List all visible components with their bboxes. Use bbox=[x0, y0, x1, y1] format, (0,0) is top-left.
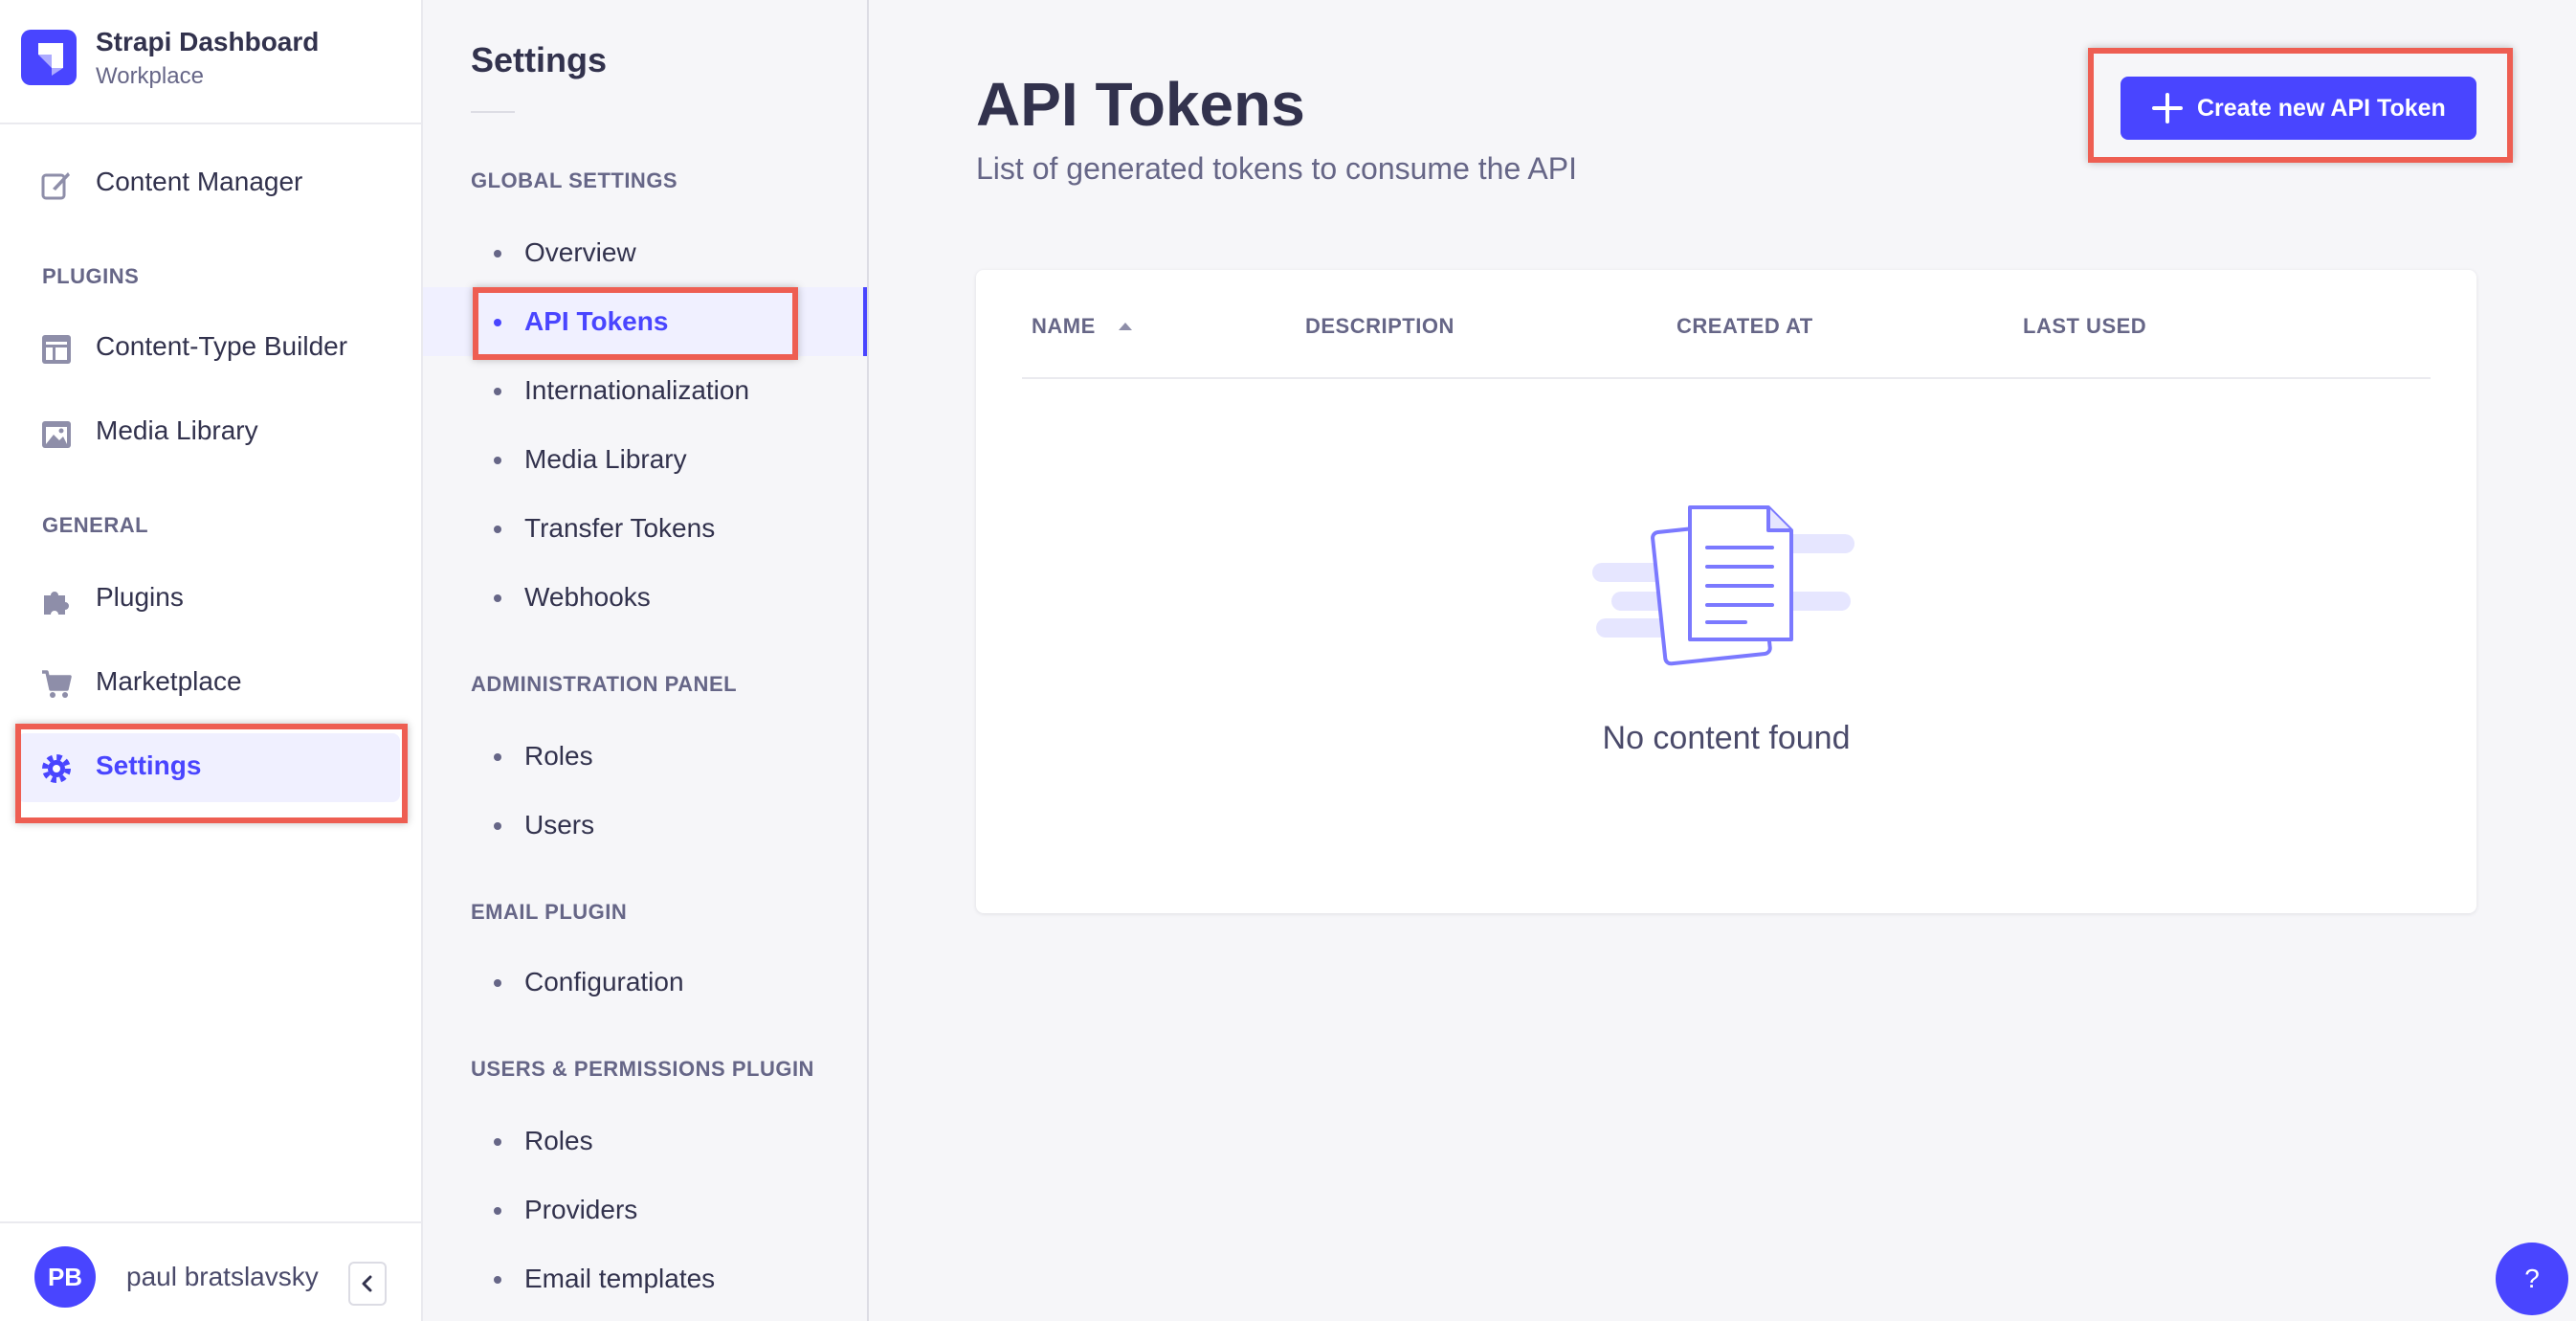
subnav-section-administration-panel: ADMINISTRATION PANEL bbox=[471, 672, 738, 696]
bullet-icon bbox=[494, 388, 501, 395]
layout-icon bbox=[40, 333, 73, 366]
subnav-item-label: Email templates bbox=[524, 1264, 716, 1293]
nav-section-general: GENERAL bbox=[42, 513, 149, 537]
feather-pen-icon bbox=[40, 168, 73, 201]
subnav-item-label: API Tokens bbox=[524, 306, 669, 336]
nav-label: Plugins bbox=[96, 582, 184, 612]
bullet-icon bbox=[494, 1276, 501, 1284]
api-tokens-table: NAME DESCRIPTION CREATED AT LAST USED No… bbox=[976, 270, 2476, 913]
subnav-item-label: Configuration bbox=[524, 967, 684, 996]
empty-documents-icon bbox=[1592, 505, 1854, 666]
subnav-item-label: Overview bbox=[524, 237, 636, 267]
bullet-icon bbox=[494, 526, 501, 533]
bullet-icon bbox=[494, 319, 501, 326]
nav-label: Content-Type Builder bbox=[96, 331, 348, 361]
subnav-item-webhooks[interactable]: Webhooks bbox=[423, 563, 867, 632]
subnav-title: Settings bbox=[471, 40, 608, 79]
subnav-item-roles[interactable]: Roles bbox=[423, 722, 867, 791]
help-button[interactable]: ? bbox=[2496, 1243, 2568, 1315]
subnav-item-transfer-tokens[interactable]: Transfer Tokens bbox=[423, 494, 867, 563]
bullet-icon bbox=[494, 250, 501, 257]
subnav-item-label: Webhooks bbox=[524, 582, 651, 612]
subnav-item-label: Media Library bbox=[524, 444, 687, 474]
column-header-last-used: LAST USED bbox=[2023, 314, 2147, 338]
nav-item-marketplace[interactable]: Marketplace bbox=[17, 649, 400, 718]
nav-label: Media Library bbox=[96, 415, 258, 445]
nav-label: Marketplace bbox=[96, 666, 242, 696]
puzzle-icon bbox=[40, 584, 73, 616]
create-api-token-button[interactable]: Create new API Token bbox=[2121, 77, 2476, 140]
user-profile: PB paul bratslavsky bbox=[0, 1221, 421, 1321]
nav-item-plugins[interactable]: Plugins bbox=[17, 565, 400, 634]
brand-header: Strapi Dashboard Workplace bbox=[0, 0, 421, 124]
subnav-item-internationalization[interactable]: Internationalization bbox=[423, 356, 867, 425]
column-header-name[interactable]: NAME bbox=[1032, 314, 1096, 339]
subnav-item-label: Internationalization bbox=[524, 375, 750, 405]
subnav-item-label: Roles bbox=[524, 741, 593, 771]
sort-ascending-icon[interactable] bbox=[1118, 322, 1133, 331]
bullet-icon bbox=[494, 822, 501, 830]
create-button-label: Create new API Token bbox=[2197, 95, 2446, 122]
subnav-section-users-permissions: USERS & PERMISSIONS PLUGIN bbox=[471, 1057, 814, 1081]
column-header-created-at: CREATED AT bbox=[1677, 314, 1813, 338]
subnav-item-email-templates[interactable]: Email templates bbox=[423, 1244, 867, 1313]
bullet-icon bbox=[494, 1207, 501, 1215]
settings-subnav: Settings GLOBAL SETTINGS Overview API To… bbox=[423, 0, 869, 1321]
subnav-item-providers[interactable]: Providers bbox=[423, 1175, 867, 1244]
collapse-nav-button[interactable] bbox=[348, 1262, 387, 1306]
bullet-icon bbox=[494, 979, 501, 987]
column-header-description: DESCRIPTION bbox=[1305, 314, 1455, 338]
nav-section-plugins: PLUGINS bbox=[42, 264, 140, 288]
bullet-icon bbox=[494, 1138, 501, 1146]
page-title: API Tokens bbox=[976, 70, 1305, 139]
subnav-section-global-settings: GLOBAL SETTINGS bbox=[471, 168, 678, 192]
plus-icon bbox=[2152, 93, 2183, 123]
subnav-item-up-roles[interactable]: Roles bbox=[423, 1107, 867, 1175]
nav-item-content-type-builder[interactable]: Content-Type Builder bbox=[17, 314, 400, 383]
nav-item-settings[interactable]: Settings bbox=[17, 733, 400, 802]
subnav-item-label: Users bbox=[524, 810, 595, 840]
bullet-icon bbox=[494, 594, 501, 602]
gear-icon bbox=[40, 752, 73, 785]
subnav-item-api-tokens[interactable]: API Tokens bbox=[423, 287, 867, 356]
subnav-item-label: Providers bbox=[524, 1195, 638, 1224]
chevron-left-icon bbox=[362, 1275, 372, 1292]
subnav-item-configuration[interactable]: Configuration bbox=[423, 948, 867, 1017]
brand-title: Strapi Dashboard bbox=[96, 27, 320, 56]
nav-label: Settings bbox=[96, 750, 202, 780]
main-navigation: Strapi Dashboard Workplace Content Manag… bbox=[0, 0, 423, 1321]
bullet-icon bbox=[494, 457, 501, 464]
subnav-section-email-plugin: EMAIL PLUGIN bbox=[471, 900, 628, 924]
divider bbox=[471, 111, 515, 113]
bullet-icon bbox=[494, 753, 501, 761]
nav-item-media-library[interactable]: Media Library bbox=[17, 398, 400, 467]
user-name[interactable]: paul bratslavsky bbox=[126, 1262, 319, 1292]
divider bbox=[1022, 377, 2431, 379]
subnav-item-label: Transfer Tokens bbox=[524, 513, 716, 543]
subnav-item-users[interactable]: Users bbox=[423, 791, 867, 860]
image-icon bbox=[40, 417, 73, 450]
subnav-item-label: Roles bbox=[524, 1126, 593, 1155]
page-subtitle: List of generated tokens to consume the … bbox=[976, 151, 1577, 186]
subnav-item-media-library[interactable]: Media Library bbox=[423, 425, 867, 494]
strapi-logo-icon bbox=[21, 30, 77, 85]
brand-subtitle: Workplace bbox=[96, 63, 204, 89]
subnav-item-overview[interactable]: Overview bbox=[423, 218, 867, 287]
cart-icon bbox=[40, 668, 73, 701]
avatar[interactable]: PB bbox=[34, 1246, 96, 1308]
nav-label: Content Manager bbox=[96, 167, 303, 196]
nav-item-content-manager[interactable]: Content Manager bbox=[17, 149, 400, 218]
empty-state-text: No content found bbox=[1602, 720, 1851, 756]
